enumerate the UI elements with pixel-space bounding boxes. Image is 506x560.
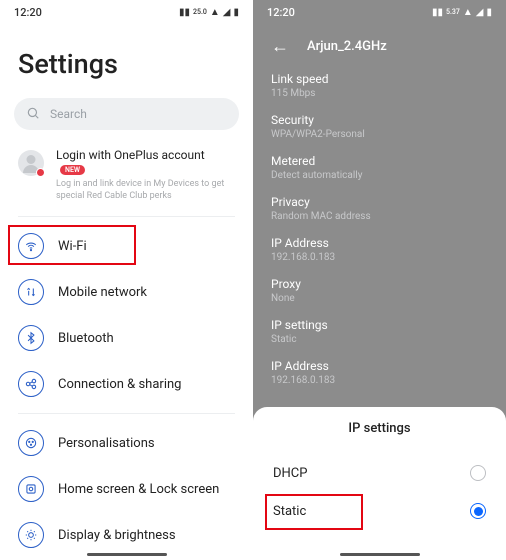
wifi-icon: ▲	[463, 7, 473, 18]
home-indicator[interactable]	[87, 553, 167, 556]
network-name: Arjun_2.4GHz	[307, 39, 387, 54]
settings-item-connection-sharing[interactable]: Connection & sharing	[0, 361, 253, 407]
login-title: Login with OnePlus account NEW	[56, 148, 235, 176]
sheet-option-dhcp[interactable]: DHCP	[253, 454, 506, 492]
detail-ip-address-2: IP Address192.168.0.183	[253, 352, 506, 393]
search-input[interactable]: Search	[14, 98, 239, 130]
settings-item-label: Bluetooth	[58, 331, 114, 346]
status-time: 12:20	[14, 6, 42, 19]
radio-icon	[470, 465, 486, 481]
page-title: Settings	[0, 24, 253, 98]
settings-item-label: Personalisations	[58, 436, 155, 451]
battery-icon: ▮	[486, 7, 492, 18]
new-badge: NEW	[60, 165, 85, 175]
settings-item-mobile-network[interactable]: Mobile network	[0, 269, 253, 315]
status-time: 12:20	[267, 6, 295, 19]
login-text: Login with OnePlus account NEW Log in an…	[56, 148, 235, 202]
data-rate-icon: 25.0	[193, 8, 207, 16]
status-bar: 12:20 ▮▮ 5.37 ▲ ◢ ▮	[253, 0, 506, 24]
divider	[18, 413, 235, 414]
search-icon	[26, 105, 40, 124]
settings-item-label: Display & brightness	[58, 528, 176, 543]
detail-security: SecurityWPA/WPA2-Personal	[253, 106, 506, 147]
settings-item-personalisations[interactable]: Personalisations	[0, 420, 253, 466]
ip-settings-sheet: IP settings DHCP Static	[253, 407, 506, 560]
login-row[interactable]: Login with OnePlus account NEW Log in an…	[0, 148, 253, 216]
volte-icon: ▮▮	[179, 7, 190, 18]
sheet-option-static[interactable]: Static	[253, 492, 506, 530]
brightness-icon	[18, 522, 44, 548]
connection-sharing-icon	[18, 371, 44, 397]
detail-header: ← Arjun_2.4GHz	[253, 24, 506, 65]
volte-icon: ▮▮	[432, 7, 443, 18]
settings-item-display-brightness[interactable]: Display & brightness	[0, 512, 253, 558]
search-placeholder: Search	[50, 107, 87, 121]
settings-screen: 12:20 ▮▮ 25.0 ▲ ◢ ▮ Settings Search Logi…	[0, 0, 253, 560]
settings-item-label: Connection & sharing	[58, 377, 181, 392]
wifi-icon	[18, 233, 44, 259]
status-icons: ▮▮ 5.37 ▲ ◢ ▮	[432, 7, 492, 18]
settings-item-label: Wi-Fi	[58, 239, 87, 254]
avatar	[18, 150, 44, 176]
data-rate-icon: 5.37	[446, 8, 460, 16]
wifi-icon: ▲	[210, 7, 220, 18]
status-bar: 12:20 ▮▮ 25.0 ▲ ◢ ▮	[0, 0, 253, 24]
settings-item-wifi[interactable]: Wi-Fi	[0, 223, 253, 269]
detail-ip-address: IP Address192.168.0.183	[253, 229, 506, 270]
sheet-title: IP settings	[253, 421, 506, 436]
status-icons: ▮▮ 25.0 ▲ ◢ ▮	[179, 7, 239, 18]
settings-item-home-lock[interactable]: Home screen & Lock screen	[0, 466, 253, 512]
bluetooth-icon	[18, 325, 44, 351]
settings-item-label: Home screen & Lock screen	[58, 482, 219, 497]
detail-ip-settings[interactable]: IP settingsStatic	[253, 311, 506, 352]
notification-dot-icon	[36, 168, 45, 177]
divider	[18, 216, 235, 217]
battery-icon: ▮	[233, 7, 239, 18]
detail-privacy[interactable]: PrivacyRandom MAC address	[253, 188, 506, 229]
detail-link-speed: Link speed115 Mbps	[253, 65, 506, 106]
option-label: Static	[273, 504, 306, 519]
settings-item-label: Mobile network	[58, 285, 147, 300]
wifi-detail-screen: 12:20 ▮▮ 5.37 ▲ ◢ ▮ ← Arjun_2.4GHz Link …	[253, 0, 506, 560]
home-indicator[interactable]	[340, 553, 420, 556]
radio-icon	[470, 503, 486, 519]
personalisations-icon	[18, 430, 44, 456]
signal-icon: ◢	[223, 7, 231, 18]
settings-item-bluetooth[interactable]: Bluetooth	[0, 315, 253, 361]
detail-metered[interactable]: MeteredDetect automatically	[253, 147, 506, 188]
signal-icon: ◢	[476, 7, 484, 18]
login-subtitle: Log in and link device in My Devices to …	[56, 178, 235, 202]
detail-proxy[interactable]: ProxyNone	[253, 270, 506, 311]
home-lock-icon	[18, 476, 44, 502]
option-label: DHCP	[273, 466, 307, 481]
mobile-network-icon	[18, 279, 44, 305]
back-icon[interactable]: ←	[271, 36, 289, 57]
